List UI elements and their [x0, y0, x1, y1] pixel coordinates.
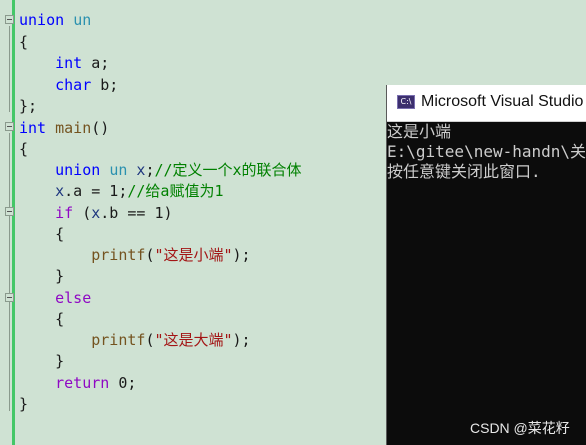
code-line[interactable]: union un — [19, 10, 91, 31]
code-token: un — [73, 11, 92, 29]
code-token: union — [19, 11, 65, 29]
code-token: 0; — [109, 374, 137, 392]
code-token: () — [91, 119, 110, 137]
console-window[interactable]: C:\ Microsoft Visual Studio 这是小端 E:\gite… — [386, 85, 586, 445]
code-line[interactable]: printf("这是小端"); — [19, 245, 251, 266]
code-line[interactable]: x.a = 1;//给a赋值为1 — [19, 181, 224, 202]
change-margin-bar — [12, 0, 15, 445]
console-title: Microsoft Visual Studio — [421, 93, 584, 110]
code-token: { — [19, 310, 65, 328]
code-line[interactable]: return 0; — [19, 373, 136, 394]
console-app-icon: C:\ — [397, 95, 415, 109]
code-token: } — [19, 395, 29, 413]
code-line[interactable]: if (x.b == 1) — [19, 203, 173, 224]
code-token: { — [19, 225, 65, 243]
fold-guide — [9, 26, 10, 112]
code-token: int — [19, 119, 47, 137]
code-line[interactable]: union un x;//定义一个x的联合体 — [19, 160, 302, 181]
code-line[interactable]: { — [19, 32, 28, 53]
code-line[interactable]: } — [19, 394, 28, 415]
code-token: .a = 1; — [64, 182, 128, 200]
code-token: un — [109, 161, 128, 179]
code-token: } — [19, 267, 65, 285]
code-token: int — [55, 54, 83, 72]
code-token: .b == 1) — [100, 204, 173, 222]
console-title-bar[interactable]: C:\ Microsoft Visual Studio — [387, 85, 586, 122]
code-line[interactable]: { — [19, 309, 64, 330]
code-token: x — [91, 204, 101, 222]
code-token: ); — [232, 246, 251, 264]
code-line[interactable]: } — [19, 351, 64, 372]
fold-toggle-icon[interactable] — [5, 122, 14, 131]
code-line[interactable]: char b; — [19, 75, 118, 96]
fold-guide — [9, 133, 10, 411]
code-token: ( — [73, 204, 92, 222]
code-token: else — [55, 289, 92, 307]
code-token: b; — [91, 76, 119, 94]
code-token: { — [19, 140, 29, 158]
code-token: return — [55, 374, 110, 392]
console-output-line: E:\gitee\new-handn\关 — [387, 142, 586, 161]
code-token: "这是大端" — [154, 331, 233, 349]
code-token: } — [19, 352, 65, 370]
code-token: printf — [91, 246, 146, 264]
code-token: "这是小端" — [154, 246, 233, 264]
code-line[interactable]: } — [19, 266, 64, 287]
code-token: char — [55, 76, 92, 94]
code-token: //定义一个x的联合体 — [154, 161, 302, 179]
code-token: if — [55, 204, 74, 222]
code-token: a; — [82, 54, 110, 72]
code-line[interactable]: { — [19, 139, 28, 160]
fold-toggle-icon[interactable] — [5, 293, 14, 302]
code-token: union — [55, 161, 101, 179]
console-output-line: 按任意键关闭此窗口. — [387, 162, 541, 181]
console-output-line: 这是小端 — [387, 122, 452, 141]
fold-toggle-icon[interactable] — [5, 207, 14, 216]
watermark: CSDN @菜花籽 — [470, 420, 570, 436]
code-token: printf — [91, 331, 146, 349]
code-token: }; — [19, 97, 38, 115]
code-token: ); — [232, 331, 251, 349]
code-line[interactable]: else — [19, 288, 91, 309]
code-token: { — [19, 33, 29, 51]
code-token: main — [55, 119, 92, 137]
code-token: x — [55, 182, 65, 200]
code-line[interactable]: int a; — [19, 53, 109, 74]
code-line[interactable]: printf("这是大端"); — [19, 330, 251, 351]
code-line[interactable]: { — [19, 224, 64, 245]
code-line[interactable]: int main() — [19, 118, 109, 139]
code-token: //给a赋值为1 — [127, 182, 224, 200]
code-line[interactable]: }; — [19, 96, 37, 117]
fold-toggle-icon[interactable] — [5, 15, 14, 24]
